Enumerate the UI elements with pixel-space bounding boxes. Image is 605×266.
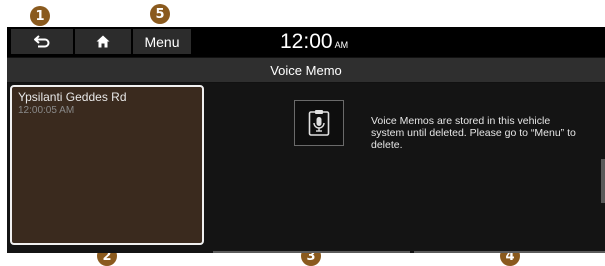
- callout-1: 1: [30, 6, 50, 26]
- callout-5: 5: [150, 4, 170, 24]
- back-arrow-icon: [34, 34, 50, 47]
- top-bar: Menu 12:00 AM: [7, 27, 605, 57]
- memo-title: Ypsilanti Geddes Rd: [18, 90, 127, 104]
- scroll-handle[interactable]: [601, 159, 605, 203]
- voice-memo-icon: [294, 100, 344, 146]
- head-unit-screen: Menu 12:00 AM Voice Memo Ypsilanti Geddes…: [7, 27, 605, 253]
- menu-button[interactable]: Menu: [133, 29, 191, 54]
- home-button[interactable]: [75, 29, 131, 54]
- back-button[interactable]: [11, 29, 73, 54]
- stop-button[interactable]: [414, 251, 605, 253]
- clock: 12:00 AM: [280, 30, 348, 54]
- memo-time: 12:00:05 AM: [18, 105, 75, 116]
- record-button[interactable]: [213, 251, 410, 253]
- clock-time: 12:00: [280, 30, 333, 53]
- page-title: Voice Memo: [7, 58, 605, 82]
- home-icon: [96, 35, 110, 48]
- voice-memo-body: Ypsilanti Geddes Rd 12:00:05 AM Voice Me…: [7, 83, 605, 253]
- clock-ampm: AM: [334, 40, 349, 50]
- memo-list-item[interactable]: Ypsilanti Geddes Rd 12:00:05 AM: [10, 85, 204, 245]
- info-message: Voice Memos are stored in this vehicle s…: [371, 115, 576, 151]
